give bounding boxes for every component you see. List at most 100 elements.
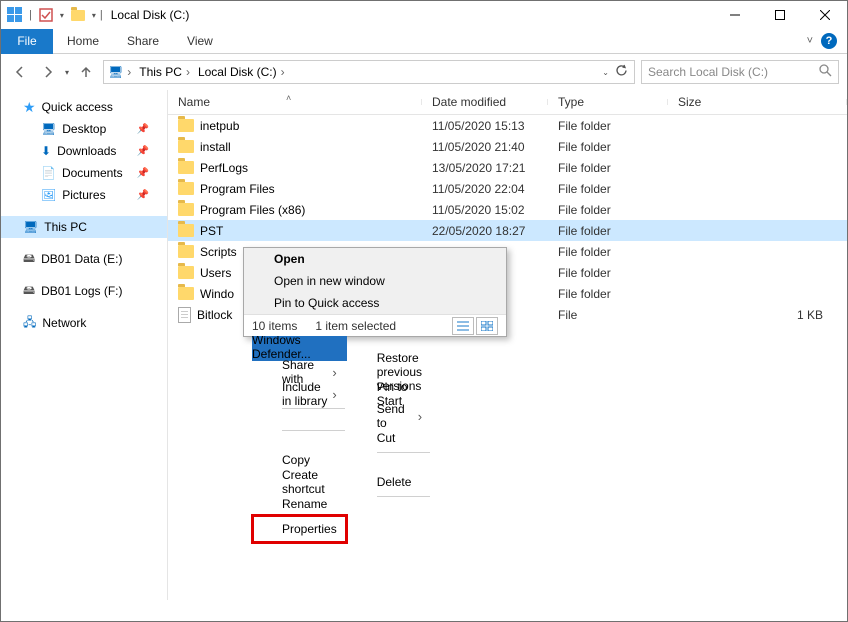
menu-include-library[interactable]: Include in library› xyxy=(252,383,347,405)
forward-button[interactable] xyxy=(37,61,59,83)
folder-icon xyxy=(178,140,194,153)
nav-drive-f[interactable]: 🖴DB01 Logs (F:) xyxy=(1,280,167,302)
breadcrumb-this-pc[interactable]: This PC› xyxy=(135,61,194,83)
menu-rename[interactable]: Rename xyxy=(252,493,347,515)
nav-pictures[interactable]: 🖼Pictures📌 xyxy=(1,184,167,206)
nav-drive-e[interactable]: 🖴DB01 Data (E:) xyxy=(1,248,167,270)
menu-properties[interactable]: Properties xyxy=(252,515,347,543)
address-history-icon[interactable]: ⌄ xyxy=(602,68,609,77)
document-icon xyxy=(178,307,191,323)
large-icons-view-button[interactable] xyxy=(476,317,498,335)
file-date: 11/05/2020 21:40 xyxy=(422,140,548,154)
column-name[interactable]: Name˄ xyxy=(168,95,422,109)
home-tab[interactable]: Home xyxy=(53,29,113,54)
file-name: Scripts xyxy=(200,245,237,259)
column-type[interactable]: Type xyxy=(548,95,668,109)
close-button[interactable] xyxy=(802,1,847,29)
pin-icon: 📌 xyxy=(137,146,149,157)
nav-pictures-label: Pictures xyxy=(62,188,105,202)
column-headers: Name˄ Date modified Type Size xyxy=(168,90,847,115)
refresh-icon[interactable] xyxy=(615,64,628,80)
file-name: inetpub xyxy=(200,119,239,133)
menu-open-new-window[interactable]: Open in new window xyxy=(244,270,506,292)
menu-create-shortcut[interactable]: Create shortcut xyxy=(252,471,347,493)
search-input[interactable]: Search Local Disk (C:) xyxy=(641,60,839,84)
qat-divider: | xyxy=(29,9,32,21)
file-size: 1 KB xyxy=(668,308,847,322)
properties-qat-icon[interactable] xyxy=(36,5,56,25)
nav-network-label: Network xyxy=(42,316,86,330)
list-item[interactable]: Program Files (x86)11/05/2020 15:02File … xyxy=(168,199,847,220)
search-icon[interactable] xyxy=(819,64,832,80)
menu-pin-quick-access[interactable]: Pin to Quick access xyxy=(244,292,506,314)
menu-open[interactable]: Open xyxy=(244,248,506,270)
folder-icon xyxy=(178,245,194,258)
menu-cut[interactable]: Cut xyxy=(347,427,432,449)
menu-send-to-label: Send to xyxy=(377,402,418,430)
column-date[interactable]: Date modified xyxy=(422,95,548,109)
maximize-button[interactable] xyxy=(757,1,802,29)
navigation-pane: ★Quick access 🖥Desktop📌 ⬇Downloads📌 📄Doc… xyxy=(1,90,168,600)
folder-icon xyxy=(178,224,194,237)
share-tab[interactable]: Share xyxy=(113,29,173,54)
file-type: File folder xyxy=(548,182,668,196)
context-menu: Open Open in new window Pin to Quick acc… xyxy=(243,247,507,337)
submenu-arrow-icon: › xyxy=(332,387,336,402)
menu-send-to[interactable]: Send to› xyxy=(347,405,432,427)
expand-ribbon-icon[interactable]: ˅ xyxy=(807,35,813,47)
navigation-bar: ▾ 🖥› This PC› Local Disk (C:)› ⌄ Search … xyxy=(1,54,847,90)
location-folder-icon xyxy=(68,5,88,25)
nav-downloads[interactable]: ⬇Downloads📌 xyxy=(1,140,167,162)
history-dropdown-icon[interactable]: ▾ xyxy=(65,68,69,77)
qat-dropdown-icon[interactable]: ▾ xyxy=(60,11,64,20)
file-name: Windo xyxy=(200,287,234,301)
breadcrumb-location-label: Local Disk (C:) xyxy=(198,65,277,79)
file-date: 22/05/2020 18:27 xyxy=(422,224,548,238)
file-type: File folder xyxy=(548,119,668,133)
submenu-arrow-icon: › xyxy=(332,365,336,380)
view-tab[interactable]: View xyxy=(173,29,227,54)
nav-documents-label: Documents xyxy=(62,166,123,180)
window-title: Local Disk (C:) xyxy=(103,8,712,22)
desktop-icon: 🖥 xyxy=(41,122,56,136)
file-date: 11/05/2020 15:13 xyxy=(422,119,548,133)
folder-icon xyxy=(178,182,194,195)
nav-documents[interactable]: 📄Documents📌 xyxy=(1,162,167,184)
file-date: 11/05/2020 22:04 xyxy=(422,182,548,196)
this-pc-icon: 🖥 xyxy=(23,220,38,234)
nav-downloads-label: Downloads xyxy=(57,144,116,158)
folder-icon xyxy=(178,119,194,132)
list-item[interactable]: PST22/05/2020 18:27File folder xyxy=(168,220,847,241)
status-selected-count: 1 item selected xyxy=(315,319,396,333)
breadcrumb-location[interactable]: Local Disk (C:)› xyxy=(194,61,289,83)
column-size[interactable]: Size xyxy=(668,95,847,109)
file-date: 11/05/2020 15:02 xyxy=(422,203,548,217)
nav-network[interactable]: 🖧Network xyxy=(1,312,167,334)
location-dropdown-icon[interactable]: ▾ xyxy=(92,11,96,20)
status-item-count: 10 items xyxy=(252,319,297,333)
up-button[interactable] xyxy=(75,61,97,83)
nav-quick-access[interactable]: ★Quick access xyxy=(1,96,167,118)
address-bar[interactable]: 🖥› This PC› Local Disk (C:)› ⌄ xyxy=(103,60,635,84)
file-type: File folder xyxy=(548,287,668,301)
details-view-button[interactable] xyxy=(452,317,474,335)
nav-quick-access-label: Quick access xyxy=(42,100,113,114)
nav-this-pc[interactable]: 🖥This PC xyxy=(1,216,167,238)
pin-icon: 📌 xyxy=(137,124,149,135)
file-type: File folder xyxy=(548,224,668,238)
minimize-button[interactable] xyxy=(712,1,757,29)
pc-icon[interactable]: 🖥› xyxy=(104,61,135,83)
file-type: File folder xyxy=(548,140,668,154)
list-item[interactable]: Program Files11/05/2020 22:04File folder xyxy=(168,178,847,199)
help-icon[interactable]: ? xyxy=(821,33,837,49)
nav-drive-f-label: DB01 Logs (F:) xyxy=(41,284,122,298)
list-item[interactable]: PerfLogs13/05/2020 17:21File folder xyxy=(168,157,847,178)
menu-delete[interactable]: Delete xyxy=(347,471,432,493)
nav-desktop[interactable]: 🖥Desktop📌 xyxy=(1,118,167,140)
file-tab[interactable]: File xyxy=(1,29,53,54)
list-item[interactable]: inetpub 11/05/2020 15:13File folder xyxy=(168,115,847,136)
file-name: install xyxy=(200,140,231,154)
back-button[interactable] xyxy=(9,61,31,83)
file-name: PerfLogs xyxy=(200,161,248,175)
list-item[interactable]: install 11/05/2020 21:40File folder xyxy=(168,136,847,157)
